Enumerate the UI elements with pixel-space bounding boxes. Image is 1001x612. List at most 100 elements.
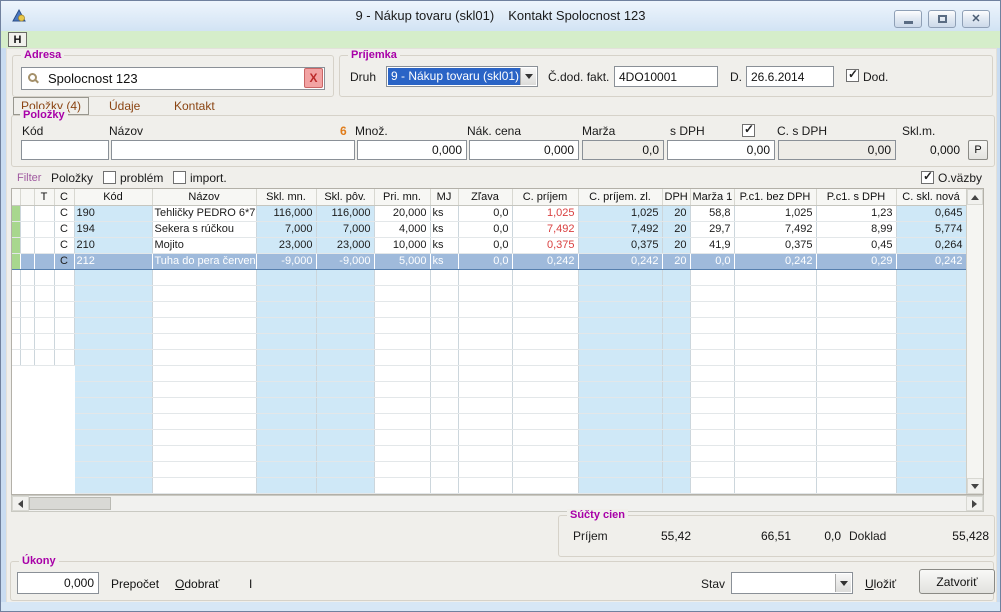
- column-header[interactable]: P.c1. bez DPH: [734, 189, 816, 205]
- grid-cell[interactable]: 190: [74, 205, 152, 221]
- column-header[interactable]: P.c1. s DPH: [816, 189, 896, 205]
- hscroll-track[interactable]: [111, 496, 966, 511]
- grid-cell[interactable]: 1,025: [734, 205, 816, 221]
- grid-cell[interactable]: 8,99: [816, 221, 896, 237]
- tab-kontakt[interactable]: Kontakt: [174, 99, 215, 113]
- column-header[interactable]: C. príjem: [512, 189, 578, 205]
- grid-cell[interactable]: 7,492: [578, 221, 662, 237]
- column-header[interactable]: Marža 1: [690, 189, 734, 205]
- column-header[interactable]: MJ: [430, 189, 458, 205]
- druh-dropdown-button[interactable]: [520, 68, 536, 85]
- grid-cell[interactable]: 10,000: [374, 237, 430, 253]
- amount-input[interactable]: [17, 572, 99, 594]
- invoice-number-input[interactable]: [614, 66, 718, 87]
- grid-cell[interactable]: 0,375: [734, 237, 816, 253]
- tab-udaje[interactable]: Údaje: [109, 99, 140, 113]
- kod-input[interactable]: [21, 140, 109, 160]
- nak-cena-input[interactable]: [469, 140, 579, 160]
- stav-dropdown-button[interactable]: [835, 574, 851, 592]
- druh-select[interactable]: 9 - Nákup tovaru (skl01): [386, 66, 538, 87]
- h-toggle-button[interactable]: H: [8, 32, 27, 47]
- grid-cell[interactable]: C: [54, 253, 74, 269]
- ulozit-action[interactable]: Uložiť: [865, 577, 896, 591]
- grid-cell[interactable]: 1,025: [578, 205, 662, 221]
- grid-cell[interactable]: 5,774: [896, 221, 966, 237]
- grid-cell[interactable]: 0,242: [896, 253, 966, 269]
- ovazby-checkbox[interactable]: [921, 171, 934, 184]
- grid-cell[interactable]: 7,000: [256, 221, 316, 237]
- grid-cell[interactable]: [34, 205, 54, 221]
- grid-cell[interactable]: 212: [74, 253, 152, 269]
- grid-cell[interactable]: ks: [430, 205, 458, 221]
- problem-checkbox[interactable]: [103, 171, 116, 184]
- clear-address-button[interactable]: X: [304, 68, 323, 88]
- hscroll-thumb[interactable]: [29, 497, 111, 510]
- zatvorit-button[interactable]: Zatvoriť: [919, 569, 995, 594]
- column-header[interactable]: Pri. mn.: [374, 189, 430, 205]
- grid-cell[interactable]: Tuha do pera červená: [152, 253, 256, 269]
- grid-cell[interactable]: 0,0: [458, 253, 512, 269]
- grid-cell[interactable]: 20: [662, 253, 690, 269]
- c-s-dph-input[interactable]: [778, 140, 896, 160]
- grid-cell[interactable]: 0,242: [734, 253, 816, 269]
- nazov-input[interactable]: [111, 140, 355, 160]
- minimize-button[interactable]: [894, 10, 922, 28]
- grid-cell[interactable]: 20: [662, 221, 690, 237]
- column-header[interactable]: C. príjem. zl.: [578, 189, 662, 205]
- grid-cell[interactable]: 0,645: [896, 205, 966, 221]
- grid-cell[interactable]: 0,45: [816, 237, 896, 253]
- grid-cell[interactable]: 7,000: [316, 221, 374, 237]
- grid-cell[interactable]: 0,242: [512, 253, 578, 269]
- grid-cell[interactable]: 7,492: [734, 221, 816, 237]
- column-header[interactable]: C. skl. nová: [896, 189, 966, 205]
- scroll-right-button[interactable]: [966, 496, 983, 511]
- grid-cell[interactable]: 5,000: [374, 253, 430, 269]
- column-header[interactable]: Skl. mn.: [256, 189, 316, 205]
- column-header[interactable]: Názov: [152, 189, 256, 205]
- column-header[interactable]: DPH: [662, 189, 690, 205]
- grid-cell[interactable]: 210: [74, 237, 152, 253]
- s-dph-input[interactable]: [667, 140, 775, 160]
- column-header[interactable]: Skl. pôv.: [316, 189, 374, 205]
- restore-button[interactable]: [928, 10, 956, 28]
- mnoz-input[interactable]: [357, 140, 467, 160]
- grid-cell[interactable]: 23,000: [316, 237, 374, 253]
- grid-cell[interactable]: 23,000: [256, 237, 316, 253]
- grid-cell[interactable]: 58,8: [690, 205, 734, 221]
- grid-cell[interactable]: [34, 237, 54, 253]
- grid-cell[interactable]: Mojito: [152, 237, 256, 253]
- grid-cell[interactable]: -9,000: [316, 253, 374, 269]
- grid-cell[interactable]: Tehličky PEDRO 6*7,5: [152, 205, 256, 221]
- grid-cell[interactable]: 0,29: [816, 253, 896, 269]
- marza-input[interactable]: [582, 140, 664, 160]
- grid-cell[interactable]: 0,0: [458, 221, 512, 237]
- grid-cell[interactable]: 0,242: [578, 253, 662, 269]
- address-search-input[interactable]: [21, 67, 325, 90]
- grid-cell[interactable]: [34, 221, 54, 237]
- close-button[interactable]: ✕: [962, 10, 990, 28]
- scroll-down-button[interactable]: [967, 478, 983, 494]
- grid-cell[interactable]: C: [54, 221, 74, 237]
- grid-cell[interactable]: C: [54, 237, 74, 253]
- date-input[interactable]: [746, 66, 834, 87]
- scroll-up-button[interactable]: [967, 189, 983, 205]
- p-button[interactable]: P: [968, 140, 988, 160]
- grid-cell[interactable]: 41,9: [690, 237, 734, 253]
- grid-cell[interactable]: 0,0: [458, 237, 512, 253]
- odobrat-action[interactable]: Odobrať: [175, 577, 220, 591]
- grid-cell[interactable]: Sekera s rúčkou: [152, 221, 256, 237]
- grid-cell[interactable]: [34, 253, 54, 269]
- column-header[interactable]: C: [54, 189, 74, 205]
- grid-cell[interactable]: 7,492: [512, 221, 578, 237]
- grid-cell[interactable]: ks: [430, 237, 458, 253]
- grid-cell[interactable]: 1,23: [816, 205, 896, 221]
- horizontal-scrollbar[interactable]: [11, 495, 984, 512]
- grid-cell[interactable]: 4,000: [374, 221, 430, 237]
- stav-select[interactable]: [731, 572, 853, 594]
- grid-cell[interactable]: 20: [662, 205, 690, 221]
- grid-cell[interactable]: C: [54, 205, 74, 221]
- s-dph-checkbox[interactable]: [742, 124, 755, 137]
- grid-cell[interactable]: 20: [662, 237, 690, 253]
- column-header[interactable]: Zľava: [458, 189, 512, 205]
- column-header[interactable]: Kód: [74, 189, 152, 205]
